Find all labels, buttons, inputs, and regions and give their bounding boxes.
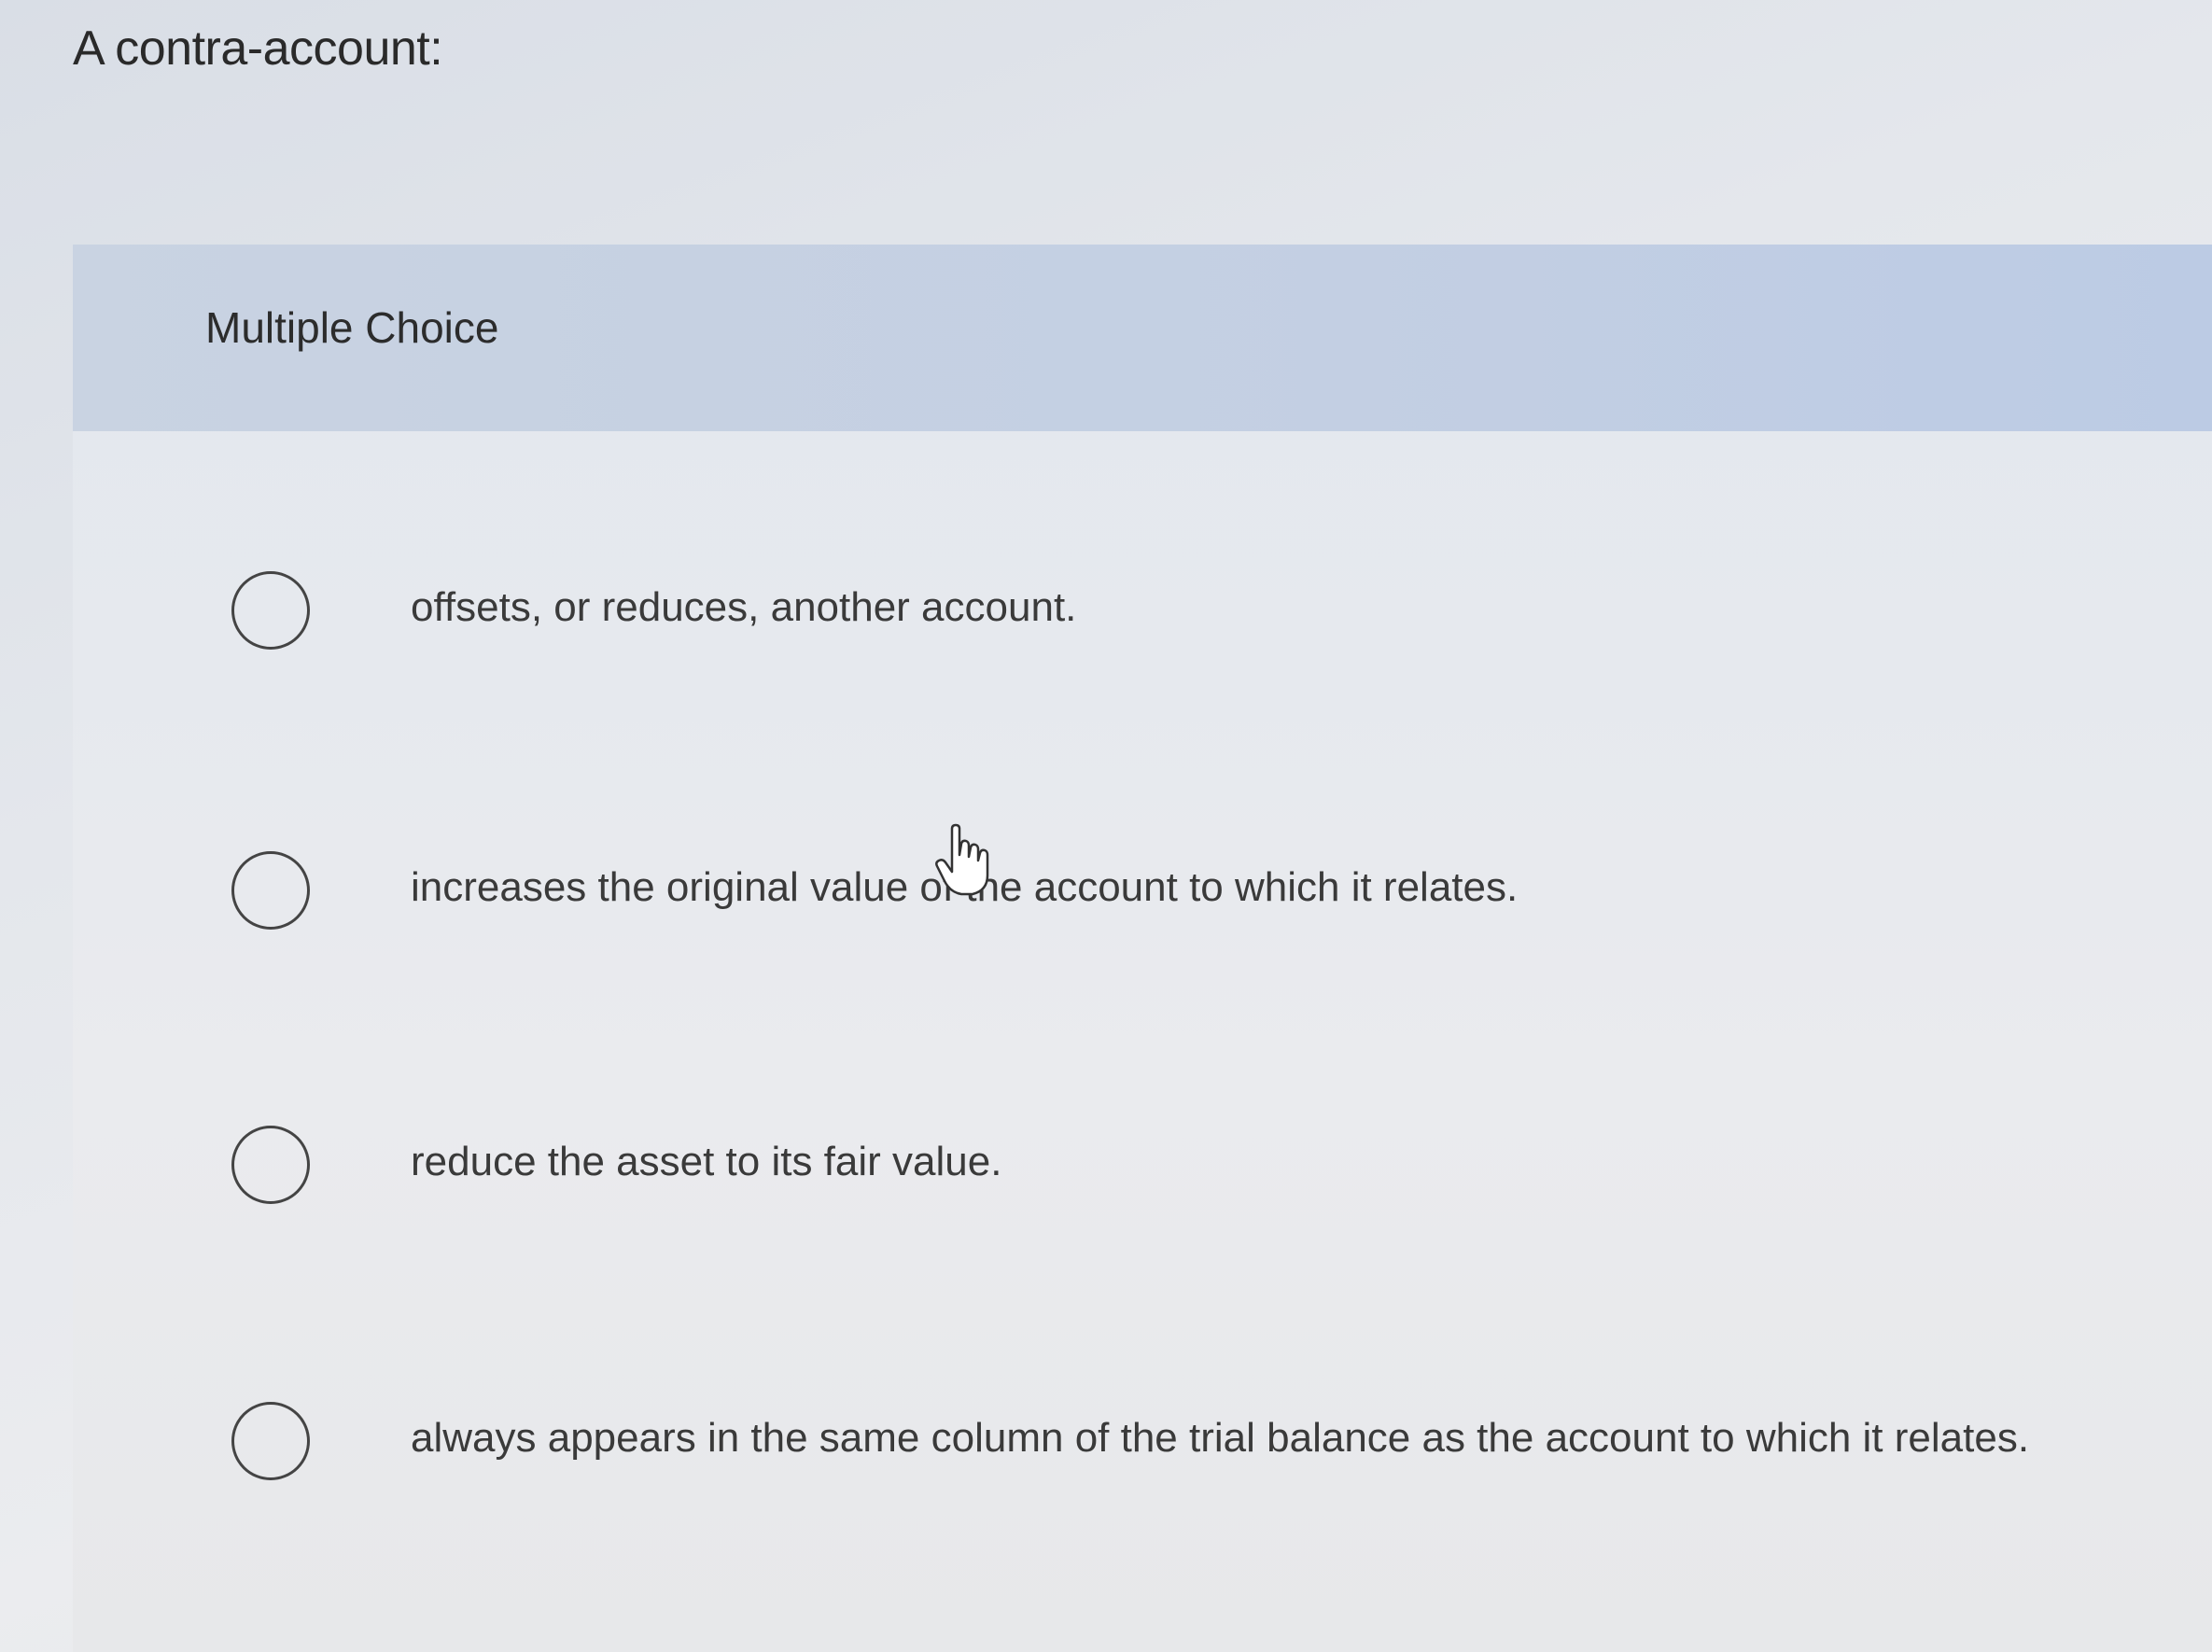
multiple-choice-panel: Multiple Choice offsets, or reduces, ano…	[73, 245, 2212, 1652]
answer-option-2[interactable]: increases the original value of the acco…	[73, 823, 2212, 963]
hand-pointer-icon	[935, 823, 989, 896]
multiple-choice-header: Multiple Choice	[73, 245, 2212, 431]
answer-option-4[interactable]: always appears in the same column of the…	[73, 1374, 2212, 1514]
radio-button[interactable]	[231, 851, 310, 930]
answer-option-1[interactable]: offsets, or reduces, another account.	[73, 543, 2212, 683]
radio-button[interactable]	[231, 1402, 310, 1480]
question-title: A contra-account:	[73, 21, 443, 76]
radio-button[interactable]	[231, 571, 310, 650]
multiple-choice-label: Multiple Choice	[205, 303, 499, 352]
answer-option-text[interactable]: offsets, or reduces, another account.	[411, 584, 1076, 631]
answer-option-3[interactable]: reduce the asset to its fair value.	[73, 1098, 2212, 1238]
radio-button[interactable]	[231, 1126, 310, 1204]
answer-option-text[interactable]: always appears in the same column of the…	[411, 1415, 2029, 1462]
answer-option-text[interactable]: reduce the asset to its fair value.	[411, 1139, 1001, 1185]
